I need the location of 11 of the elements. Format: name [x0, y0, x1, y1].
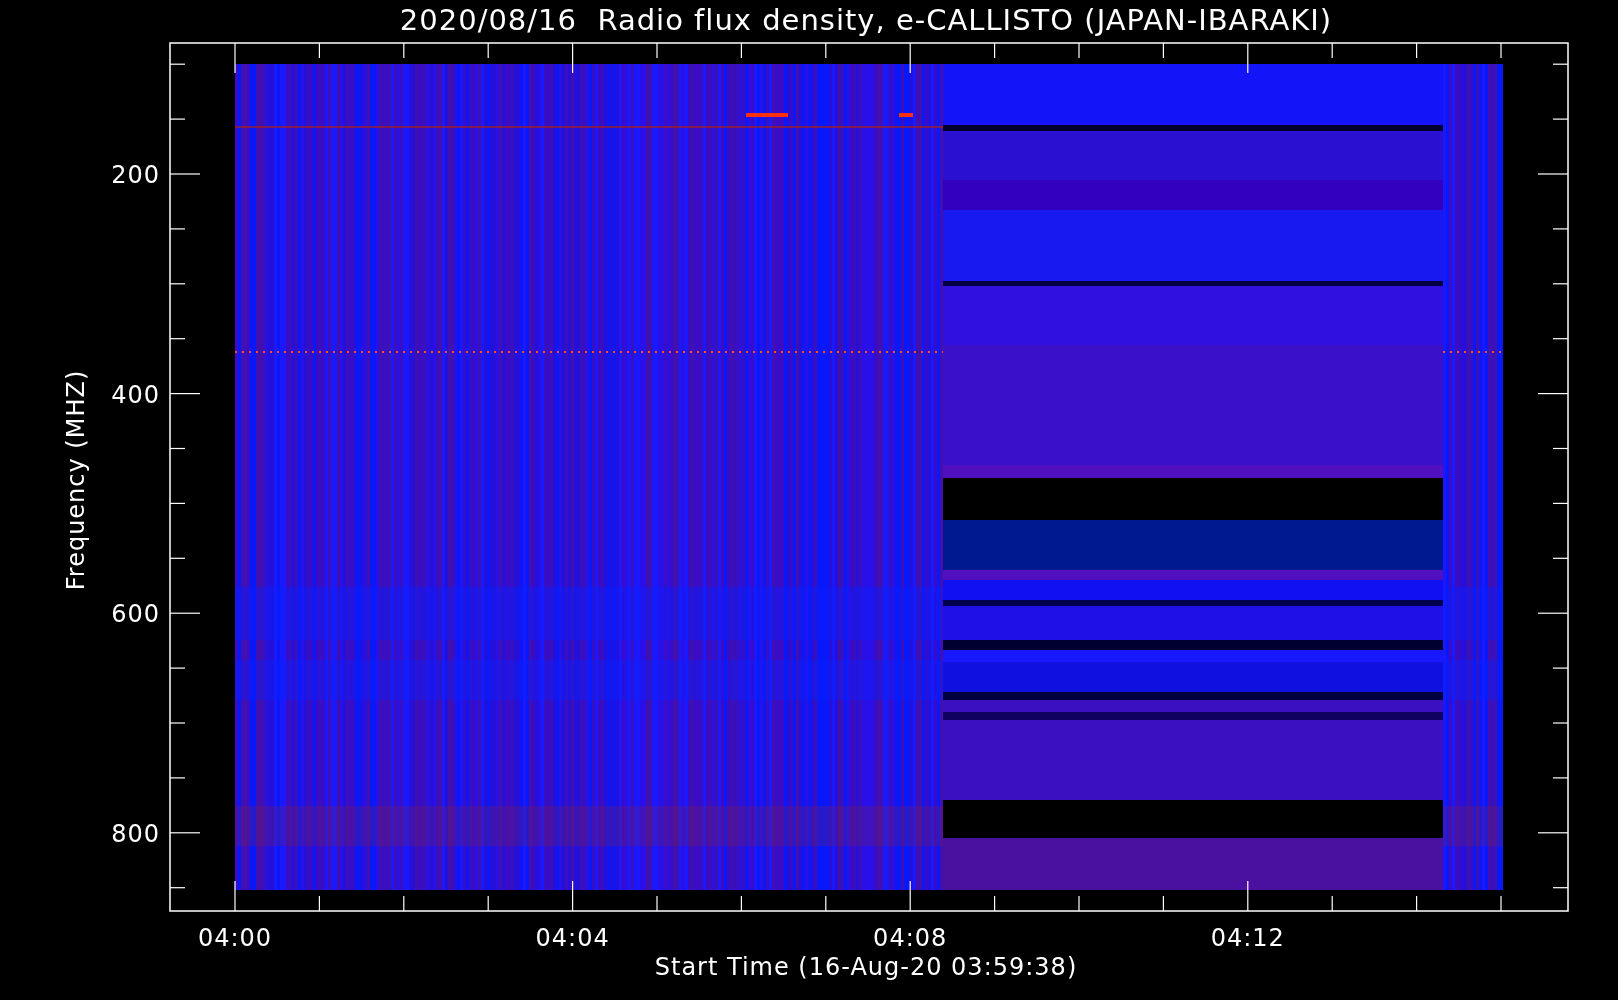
x-axis-label: Start Time (16-Aug-20 03:59:38): [654, 953, 1078, 981]
chart-title: 2020/08/16 Radio flux density, e-CALLISTO (JAPAN-IBARAKI): [399, 3, 1333, 37]
y-tick-label: 400: [111, 380, 160, 409]
x-tick-label: 04:08: [873, 924, 948, 952]
x-tick-label: 04:12: [1210, 924, 1285, 952]
y-tick-label: 800: [111, 819, 160, 848]
y-tick-label: 600: [111, 600, 160, 629]
y-tick-label: 200: [111, 161, 160, 189]
x-tick-label: 04:04: [535, 924, 610, 952]
y-axis-label: Frequency (MHZ): [62, 369, 90, 591]
x-tick-label: 04:00: [197, 924, 273, 952]
